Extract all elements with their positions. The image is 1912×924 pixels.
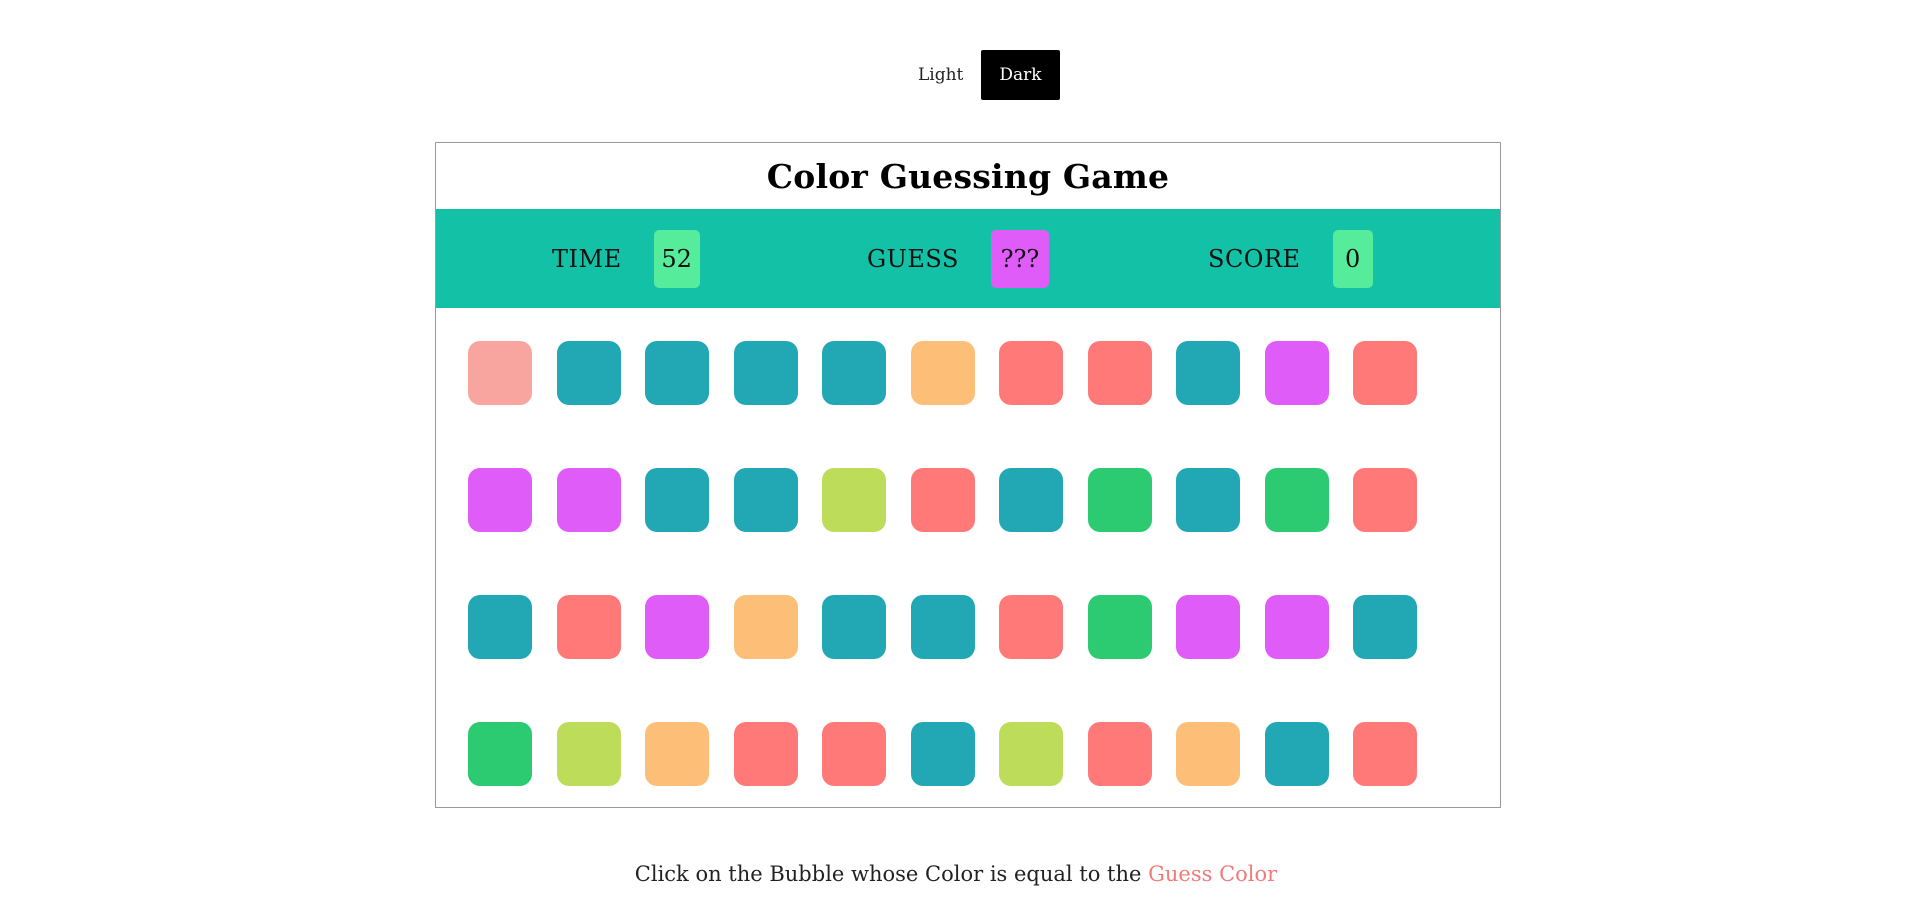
theme-switch: Light Dark [900,50,1060,100]
color-bubble[interactable] [733,341,798,405]
color-bubble[interactable] [556,722,621,786]
color-bubble[interactable] [999,468,1063,532]
bubble-board [468,341,1500,786]
guess-color-box: ??? [990,229,1049,288]
color-bubble[interactable] [1087,722,1152,786]
color-bubble[interactable] [822,722,886,786]
game-title: Color Guessing Game [766,156,1170,196]
color-bubble[interactable] [645,722,709,786]
color-bubble[interactable] [645,595,709,659]
score-stat: SCORE 0 [1208,209,1373,308]
color-bubble[interactable] [645,341,709,405]
color-bubble[interactable] [910,722,975,786]
instruction-text: Click on the Bubble whose Color is equal… [0,862,1912,886]
instruction-highlight: Guess Color [1148,862,1278,886]
color-bubble[interactable] [1176,722,1240,786]
color-bubble[interactable] [556,468,621,532]
color-bubble[interactable] [733,468,798,532]
dark-theme-button[interactable]: Dark [981,50,1060,100]
color-bubble[interactable] [1087,595,1152,659]
stats-bar: TIME 52 GUESS ??? SCORE 0 [436,209,1500,308]
color-bubble[interactable] [645,468,709,532]
color-bubble[interactable] [999,595,1063,659]
game-panel: Color Guessing Game TIME 52 GUESS ??? SC… [435,142,1501,808]
color-bubble[interactable] [1087,468,1152,532]
color-bubble[interactable] [1087,341,1152,405]
color-bubble[interactable] [556,341,621,405]
color-bubble[interactable] [1264,468,1329,532]
color-bubble[interactable] [1353,722,1417,786]
color-bubble[interactable] [1353,468,1417,532]
color-bubble[interactable] [822,595,886,659]
color-bubble[interactable] [910,341,975,405]
guess-label: GUESS [867,244,959,273]
color-bubble[interactable] [822,341,886,405]
color-bubble[interactable] [999,722,1063,786]
color-bubble[interactable] [468,722,532,786]
color-bubble[interactable] [468,595,532,659]
color-bubble[interactable] [822,468,886,532]
color-bubble[interactable] [1176,595,1240,659]
color-bubble[interactable] [468,341,532,405]
color-bubble[interactable] [733,722,798,786]
guess-stat: GUESS ??? [867,209,1049,308]
color-bubble[interactable] [1264,722,1329,786]
instruction-main: Click on the Bubble whose Color is equal… [634,862,1149,886]
score-label: SCORE [1208,244,1301,273]
color-bubble[interactable] [1353,341,1417,405]
color-bubble[interactable] [556,595,621,659]
score-value: 0 [1332,229,1373,288]
time-value: 52 [653,229,700,288]
color-bubble[interactable] [910,595,975,659]
color-bubble[interactable] [733,595,798,659]
color-bubble[interactable] [468,468,532,532]
time-label: TIME [552,244,622,273]
color-bubble[interactable] [1264,595,1329,659]
color-bubble[interactable] [1176,468,1240,532]
color-bubble[interactable] [910,468,975,532]
color-bubble[interactable] [1176,341,1240,405]
color-bubble[interactable] [1353,595,1417,659]
color-bubble[interactable] [999,341,1063,405]
light-theme-button[interactable]: Light [900,50,981,100]
time-stat: TIME 52 [552,209,700,308]
color-bubble[interactable] [1264,341,1329,405]
